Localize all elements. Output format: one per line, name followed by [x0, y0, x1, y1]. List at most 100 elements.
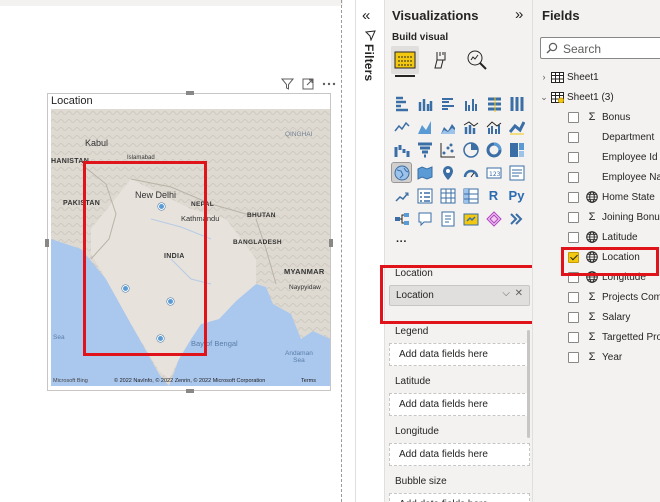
visual-title: Location	[51, 95, 93, 107]
decomposition-tree-icon[interactable]	[415, 209, 434, 228]
field-item[interactable]: Latitude	[568, 227, 638, 247]
stacked-area-chart-icon[interactable]	[438, 117, 457, 136]
map-terms-link[interactable]: Terms	[301, 378, 316, 384]
field-checkbox[interactable]	[568, 311, 579, 323]
scatter-chart-icon[interactable]	[438, 140, 457, 159]
r-script-visual-icon[interactable]: R	[484, 186, 503, 205]
visual-type-gallery: 123 R Py ···	[391, 94, 532, 255]
key-influencers-icon[interactable]	[392, 209, 411, 228]
power-apps-icon[interactable]	[507, 209, 526, 228]
focus-mode-icon[interactable]	[302, 78, 314, 90]
ribbon-chart-icon[interactable]	[507, 117, 526, 136]
table-in-use-icon	[551, 91, 564, 103]
resize-handle[interactable]	[186, 389, 194, 393]
100-stacked-bar-chart-icon[interactable]	[484, 94, 503, 113]
analytics-magnifier-icon	[467, 50, 487, 70]
field-item[interactable]: Employee Name	[568, 167, 660, 187]
field-checkbox[interactable]	[568, 111, 579, 123]
field-name: Home State	[602, 191, 655, 203]
table-sheet1[interactable]: › Sheet1	[539, 67, 599, 87]
100-stacked-column-chart-icon[interactable]	[507, 94, 526, 113]
line-and-clustered-column-chart-icon[interactable]	[484, 117, 503, 136]
well-label-bubble-size: Bubble size	[395, 476, 447, 487]
field-checkbox[interactable]	[568, 231, 579, 243]
line-chart-icon[interactable]	[392, 117, 411, 136]
line-and-stacked-column-chart-icon[interactable]	[461, 117, 480, 136]
treemap-icon[interactable]	[507, 140, 526, 159]
table-sheet1-3[interactable]: ⌄ Sheet1 (3)	[539, 87, 614, 107]
viz-pane-scrollbar[interactable]	[527, 330, 530, 438]
filter-icon[interactable]	[281, 78, 294, 90]
field-item[interactable]: Σ Targetted Projects	[568, 327, 660, 347]
field-item[interactable]: Σ Bonus	[568, 107, 630, 127]
drop-zone-bubble-size[interactable]: Add data fields here	[389, 493, 530, 502]
python-visual-icon[interactable]: Py	[507, 186, 526, 205]
qna-icon[interactable]	[438, 209, 457, 228]
collapse-filters-button[interactable]: «	[362, 7, 370, 24]
pie-chart-icon[interactable]	[461, 140, 480, 159]
expand-pane-button[interactable]: »	[515, 6, 523, 23]
field-item[interactable]: Σ Projects Completed	[568, 287, 660, 307]
field-name: Employee Name	[602, 171, 660, 183]
field-item[interactable]: Σ Joining Bonus	[568, 207, 660, 227]
matrix-icon[interactable]	[461, 186, 480, 205]
field-name: Joining Bonus	[602, 211, 660, 223]
drop-zone-latitude[interactable]: Add data fields here	[389, 393, 530, 416]
sigma-icon: Σ	[588, 111, 596, 123]
map-visual-icon[interactable]	[391, 162, 412, 183]
paginated-report-icon[interactable]	[484, 209, 503, 228]
field-checkbox[interactable]	[568, 351, 579, 363]
chevron-down-icon[interactable]: ⌄	[539, 92, 549, 103]
drop-zone-longitude[interactable]: Add data fields here	[389, 443, 530, 466]
field-checkbox[interactable]	[568, 211, 579, 223]
filters-label[interactable]: Filters	[362, 44, 376, 81]
fields-search-input[interactable]: Search	[540, 37, 660, 59]
gauge-icon[interactable]	[461, 163, 480, 182]
sigma-icon: Σ	[588, 211, 596, 223]
resize-handle[interactable]	[186, 91, 194, 95]
tab-build-visual[interactable]	[391, 46, 419, 74]
waterfall-chart-icon[interactable]	[392, 140, 411, 159]
more-visuals-button[interactable]: ···	[392, 232, 411, 251]
kpi-icon[interactable]	[392, 186, 411, 205]
smart-narrative-icon[interactable]	[461, 209, 480, 228]
field-checkbox[interactable]	[568, 331, 579, 343]
multi-row-card-icon[interactable]	[507, 163, 526, 182]
slicer-icon[interactable]	[415, 186, 434, 205]
map-label-bhutan: BHUTAN	[247, 212, 276, 219]
chevron-right-icon[interactable]: ›	[539, 72, 549, 82]
stacked-column-chart-icon[interactable]	[415, 94, 434, 113]
field-item[interactable]: Employee Id	[568, 147, 658, 167]
field-item[interactable]: Home State	[568, 187, 655, 207]
stacked-bar-chart-icon[interactable]	[392, 94, 411, 113]
filters-pane[interactable]: « Filters	[355, 0, 384, 502]
area-chart-icon[interactable]	[415, 117, 434, 136]
resize-handle[interactable]	[329, 239, 333, 247]
table-icon	[551, 71, 564, 83]
donut-chart-icon[interactable]	[484, 140, 503, 159]
visualizations-title: Visualizations	[392, 8, 479, 23]
more-options-icon[interactable]	[322, 82, 336, 86]
field-checkbox[interactable]	[568, 191, 579, 203]
field-checkbox[interactable]	[568, 291, 579, 303]
filled-map-icon[interactable]	[415, 163, 434, 182]
resize-handle[interactable]	[45, 239, 49, 247]
field-checkbox[interactable]	[568, 171, 579, 183]
tab-analytics[interactable]	[463, 46, 491, 74]
field-checkbox[interactable]	[568, 151, 579, 163]
field-checkbox[interactable]	[568, 131, 579, 143]
clustered-column-chart-icon[interactable]	[461, 94, 480, 113]
card-icon[interactable]: 123	[484, 163, 503, 182]
field-item[interactable]: Σ Salary	[568, 307, 630, 327]
report-canvas[interactable]: Location HANISTAN Kabul Islamabad QINGHA…	[0, 0, 343, 502]
map-label-andaman-sea: Andaman Sea	[285, 350, 313, 364]
tab-format-visual[interactable]	[427, 46, 455, 74]
table-visual-icon[interactable]	[438, 186, 457, 205]
clustered-bar-chart-icon[interactable]	[438, 94, 457, 113]
field-item[interactable]: Department	[568, 127, 654, 147]
field-item[interactable]: Σ Year	[568, 347, 622, 367]
drop-zone-legend[interactable]: Add data fields here	[389, 343, 530, 366]
well-bubble-size: Bubble size Add data fields here	[389, 476, 530, 502]
azure-map-icon[interactable]	[438, 163, 457, 182]
funnel-chart-icon[interactable]	[415, 140, 434, 159]
